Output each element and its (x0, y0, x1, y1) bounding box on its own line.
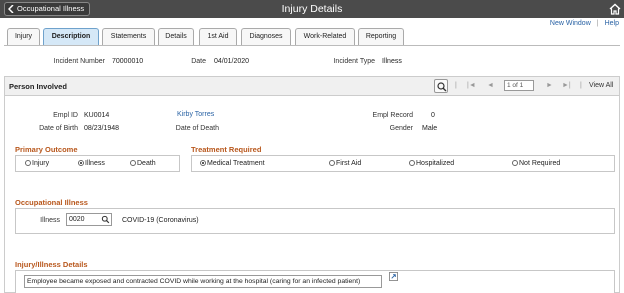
date-of-birth-value: 08/23/1948 (84, 125, 120, 132)
radio-label: Not Required (519, 160, 561, 167)
tab-statements[interactable]: Statements (102, 28, 155, 45)
treatment-not-required-radio[interactable]: Not Required (512, 160, 560, 167)
radio-button[interactable] (512, 160, 518, 166)
next-page-icon[interactable]: ► (546, 82, 553, 89)
injury-illness-details-title: Injury/Illness Details (15, 260, 88, 269)
illness-code-value: 0020 (69, 216, 85, 223)
treatment-medical-radio[interactable]: Medical Treatment (200, 160, 265, 167)
search-button[interactable] (434, 79, 448, 93)
new-window-link[interactable]: New Window (550, 20, 591, 27)
tab-divider (4, 45, 620, 46)
date-of-birth-label: Date of Birth (39, 125, 78, 132)
radio-button-selected[interactable] (78, 160, 84, 166)
tab-reporting[interactable]: Reporting (358, 28, 404, 45)
date-of-death-label: Date of Death (175, 125, 219, 132)
expand-textarea-icon[interactable] (389, 272, 398, 281)
incident-type-label: Incident Type (333, 58, 375, 65)
radio-label: Death (137, 160, 156, 167)
gender-label: Gender (389, 125, 413, 132)
empl-record-label: Empl Record (372, 112, 413, 119)
illness-label: Illness (40, 217, 60, 224)
search-icon (437, 82, 447, 92)
pager-separator: | (580, 82, 582, 89)
occupational-illness-title: Occupational Illness (15, 198, 88, 207)
page-title: Injury Details (281, 3, 343, 15)
tab-work-related[interactable]: Work-Related (295, 28, 355, 45)
tab-1st-aid[interactable]: 1st Aid (199, 28, 237, 45)
tab-label: Work-Related (303, 33, 347, 40)
treatment-hospitalized-radio[interactable]: Hospitalized (409, 160, 454, 167)
radio-label: First Aid (336, 160, 362, 167)
radio-button[interactable] (329, 160, 335, 166)
person-involved-panel (4, 76, 620, 293)
home-icon[interactable] (609, 3, 621, 15)
tab-label: Diagnoses (249, 33, 283, 40)
top-links: New Window | Help (550, 20, 619, 27)
tab-label: Details (165, 33, 187, 40)
tab-label: Description (51, 33, 91, 40)
pager-separator: | (455, 82, 457, 89)
outcome-illness-radio[interactable]: Illness (78, 160, 105, 167)
empl-id-value: KU0014 (84, 112, 110, 119)
tab-description[interactable]: Description (43, 28, 99, 45)
empl-id-label: Empl ID (53, 112, 78, 119)
incident-date-value: 04/01/2020 (214, 58, 250, 65)
radio-button-selected[interactable] (200, 160, 206, 166)
tab-injury[interactable]: Injury (7, 28, 40, 45)
outcome-injury-radio[interactable]: Injury (25, 160, 49, 167)
first-page-icon[interactable]: |◄ (467, 82, 476, 89)
radio-label: Illness (85, 160, 105, 167)
employee-name: Kirby Torres (177, 111, 215, 118)
lookup-icon[interactable] (101, 215, 110, 224)
radio-label: Medical Treatment (207, 160, 265, 167)
incident-date-label: Date (191, 58, 206, 65)
tab-label: Statements (110, 33, 147, 40)
help-link[interactable]: Help (605, 20, 619, 27)
details-text: Employee became exposed and contracted C… (27, 278, 361, 285)
primary-outcome-title: Primary Outcome (15, 145, 78, 154)
header-bar: Occupational Illness Injury Details (0, 0, 624, 18)
tab-details[interactable]: Details (158, 28, 194, 45)
last-page-icon[interactable]: ►| (562, 82, 571, 89)
details-textarea[interactable]: Employee became exposed and contracted C… (24, 275, 382, 288)
outcome-death-radio[interactable]: Death (130, 160, 156, 167)
person-involved-title: Person Involved (9, 82, 67, 91)
page-select-value: 1 of 1 (507, 82, 524, 89)
link-separator: | (596, 20, 599, 27)
radio-button[interactable] (130, 160, 136, 166)
gender-value: Male (422, 125, 438, 132)
radio-button[interactable] (409, 160, 415, 166)
radio-label: Injury (32, 160, 50, 167)
page-select[interactable]: 1 of 1 (504, 80, 534, 91)
radio-label: Hospitalized (416, 160, 455, 167)
incident-type-value: Illness (382, 58, 402, 65)
empl-record-value: 0 (431, 112, 435, 119)
tab-label: 1st Aid (207, 33, 229, 40)
tab-label: Reporting (365, 33, 397, 40)
treatment-required-title: Treatment Required (191, 145, 262, 154)
incident-number-value: 70000010 (112, 58, 144, 65)
illness-description: COVID-19 (Coronavirus) (122, 217, 199, 224)
tab-diagnoses[interactable]: Diagnoses (241, 28, 291, 45)
view-all-link[interactable]: View All (589, 82, 613, 89)
radio-button[interactable] (25, 160, 31, 166)
tab-label: Injury (14, 33, 33, 40)
treatment-first-aid-radio[interactable]: First Aid (329, 160, 361, 167)
prev-page-icon[interactable]: ◄ (487, 82, 494, 89)
incident-number-label: Incident Number (53, 58, 105, 65)
